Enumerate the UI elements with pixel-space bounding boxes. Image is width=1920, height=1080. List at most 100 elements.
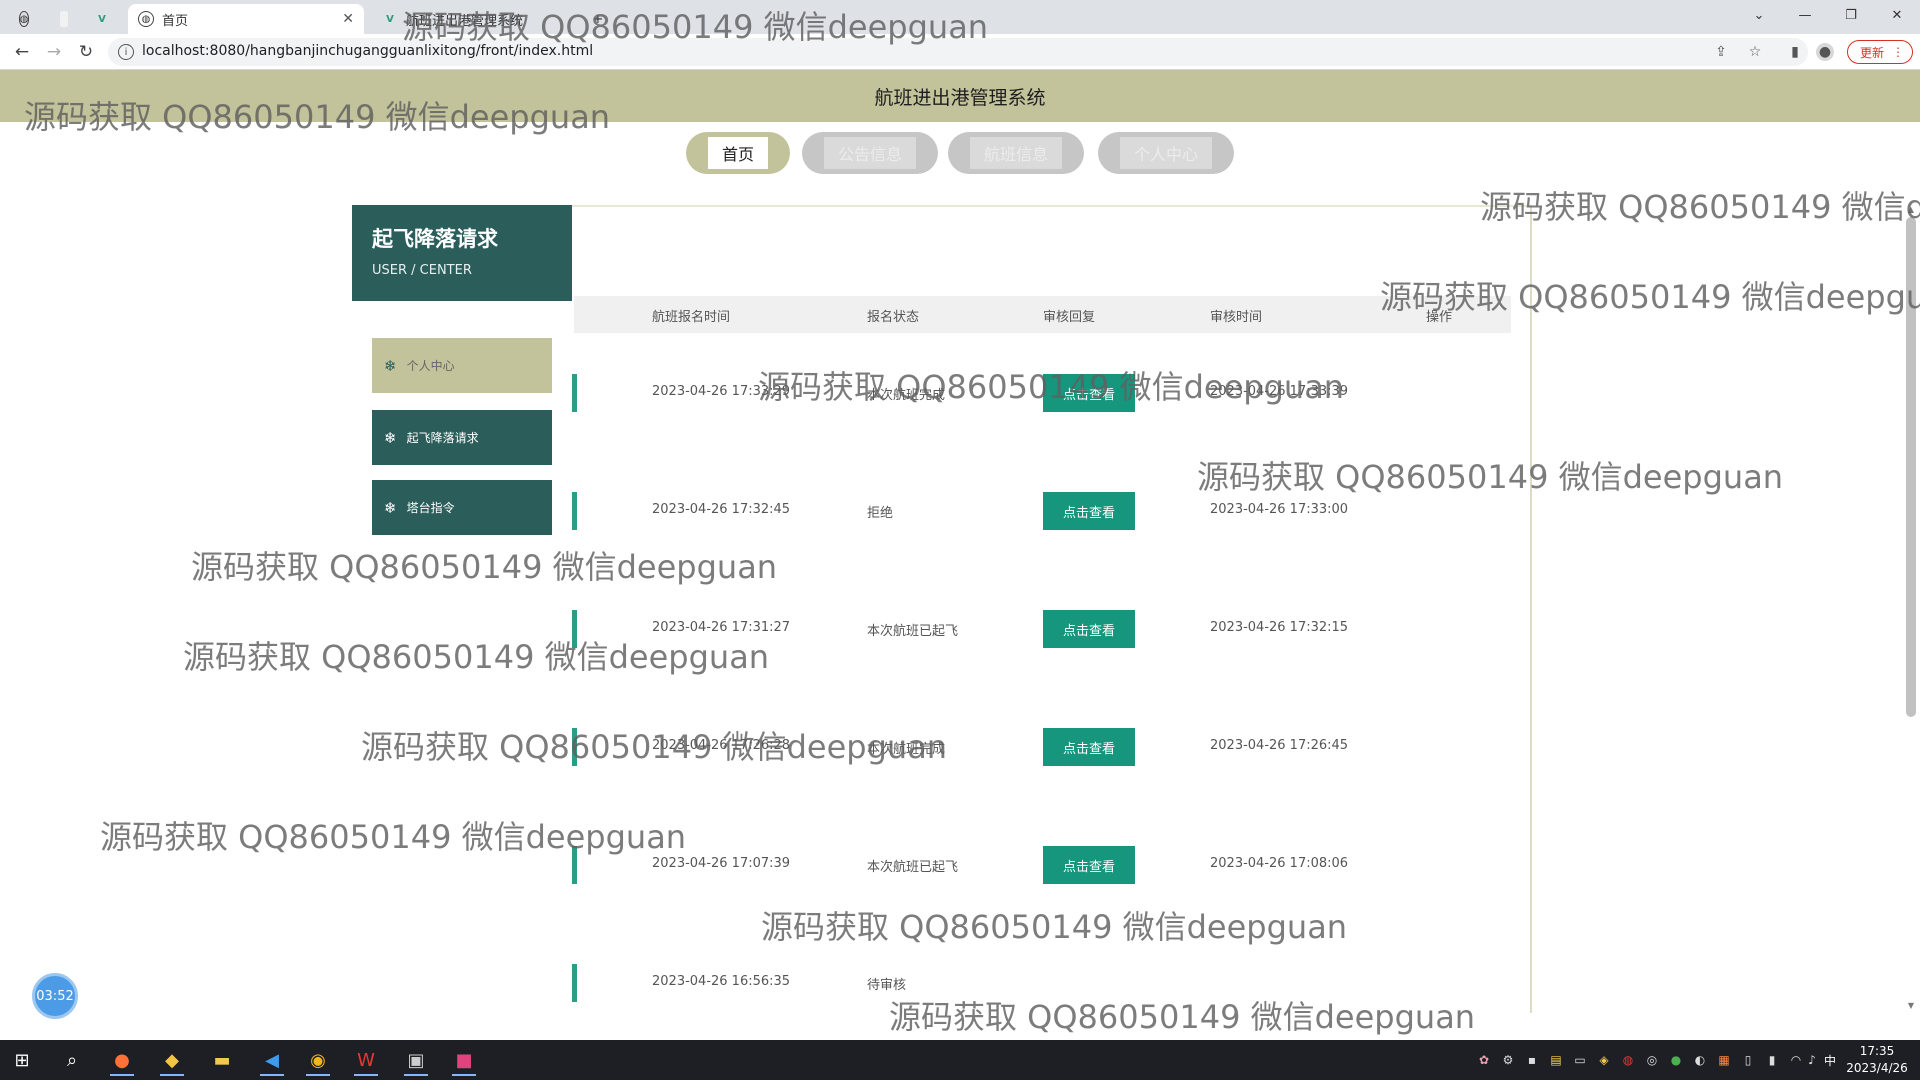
view-reply-button[interactable]: 点击查看 — [1043, 846, 1135, 884]
floating-timer[interactable]: 03:52 — [32, 973, 78, 1019]
tab-title: 首页 — [162, 13, 189, 29]
blank-page-icon — [60, 11, 68, 27]
scrollbar-thumb[interactable] — [1906, 217, 1916, 717]
plus-icon: + — [592, 11, 604, 27]
firefox-icon: ● — [114, 1049, 130, 1071]
close-icon[interactable]: ✕ — [342, 11, 354, 27]
apply-time-cell: 2023-04-26 17:33:29 — [652, 384, 791, 399]
status-cell: 拒绝 — [867, 506, 894, 521]
browser-tab[interactable]: V 航班进出港管理系统 — [372, 4, 572, 34]
minimize-button[interactable]: — — [1782, 0, 1828, 30]
browser-tab[interactable]: ◍ — [10, 4, 46, 34]
browser-tab-active[interactable]: ◍ 首页 ✕ — [128, 4, 364, 34]
view-reply-button[interactable]: 点击查看 — [1043, 492, 1135, 530]
view-reply-button[interactable]: 点击查看 — [1043, 374, 1135, 412]
tray-tool-icon[interactable]: ⚙ — [1500, 1052, 1516, 1068]
browser-tab[interactable] — [50, 4, 86, 34]
search-button[interactable]: ⌕ — [54, 1044, 90, 1076]
profile-avatar-icon[interactable]: ● — [1816, 43, 1834, 61]
ime-indicator[interactable]: 中 — [1820, 1052, 1840, 1068]
taskbar-terminal[interactable]: ▣ — [398, 1044, 434, 1076]
tray-wifi-icon[interactable]: ◠ — [1788, 1052, 1804, 1068]
update-button[interactable]: 更新 ⋮ — [1847, 40, 1913, 64]
info-icon[interactable]: i — [118, 44, 134, 60]
row-marker — [572, 846, 577, 884]
watermark: 源码获取 QQ86050149 微信deepguan — [1480, 188, 1920, 226]
vue-logo-icon: V — [98, 13, 106, 25]
tray-speaker-icon[interactable]: ♪ — [1804, 1052, 1820, 1068]
column-header: 审核回复 — [1043, 310, 1096, 325]
taskbar-wps[interactable]: W — [348, 1044, 384, 1076]
row-marker — [572, 964, 577, 1002]
scroll-down-icon[interactable]: ▼ — [1906, 1001, 1916, 1010]
globe-icon: ◍ — [138, 11, 154, 27]
site-header: 航班进出港管理系统 — [0, 70, 1920, 122]
browser-tab[interactable]: V — [88, 4, 124, 34]
restore-button[interactable]: ❐ — [1828, 0, 1874, 30]
row-marker — [572, 374, 577, 412]
side-panel-icon[interactable]: ▮ — [1786, 43, 1804, 61]
status-cell: 本次航班完成 — [867, 388, 946, 403]
chevron-down-icon: ⌄ — [1753, 7, 1765, 23]
tab-search-button[interactable]: ⌄ — [1736, 0, 1782, 30]
share-icon[interactable]: ⇪ — [1712, 43, 1730, 61]
reload-icon: ↻ — [78, 42, 94, 62]
window-close-button[interactable]: ✕ — [1874, 0, 1920, 30]
back-button[interactable]: ← — [10, 40, 34, 64]
taskbar-firefox[interactable]: ● — [104, 1044, 140, 1076]
windows-logo-icon: ⊞ — [14, 1049, 30, 1071]
column-header: 航班报名时间 — [652, 310, 731, 325]
new-tab-button[interactable]: + — [580, 4, 616, 34]
row-marker — [572, 492, 577, 530]
taskbar-app[interactable]: ◆ — [154, 1044, 190, 1076]
taskbar: ⊞ ⌕ ● ◆ ▬ ◀ ◉ W ▣ ■ ✿ ⚙ ▪ ▤ ▭ ◈ ◍ ◎ ● ◐ … — [0, 1040, 1920, 1080]
sidebar-item-personal-center[interactable]: ❄ 个人中心 — [372, 338, 552, 393]
tray-flower-icon[interactable]: ✿ — [1476, 1052, 1492, 1068]
forward-button[interactable]: → — [42, 40, 66, 64]
tray-shield-icon[interactable]: ◈ — [1596, 1052, 1612, 1068]
taskbar-clock[interactable]: 17:35 2023/4/26 — [1838, 1043, 1916, 1077]
sidebar-header: 起飞降落请求 USER / CENTER — [352, 205, 572, 301]
taskbar-file-explorer[interactable]: ▬ — [204, 1044, 240, 1076]
page-scrollbar[interactable]: ▲ ▼ — [1904, 205, 1918, 1013]
tray-app-icon[interactable]: ▦ — [1716, 1052, 1732, 1068]
tray-app-icon[interactable]: ◍ — [1620, 1052, 1636, 1068]
start-button[interactable]: ⊞ — [4, 1044, 40, 1076]
nav-home[interactable]: 首页 — [686, 132, 790, 174]
tray-file-icon[interactable]: ▭ — [1572, 1052, 1588, 1068]
browser-tab-bar: ◍ V ◍ 首页 ✕ V 航班进出港管理系统 + ⌄ — ❐ ✕ — [0, 0, 1920, 34]
tray-qq-icon[interactable]: ◐ — [1692, 1052, 1708, 1068]
url-field[interactable]: i localhost:8080/hangbanjinchugangguanli… — [108, 38, 1808, 66]
column-header: 报名状态 — [867, 310, 920, 325]
sidebar-item-takeoff-landing[interactable]: ❄ 起飞降落请求 — [372, 410, 552, 465]
reload-button[interactable]: ↻ — [74, 40, 98, 64]
minimize-icon: — — [1798, 7, 1812, 23]
sidebar-subtitle: USER / CENTER — [372, 263, 472, 278]
nav-flight-info[interactable]: 航班信息 — [948, 132, 1084, 174]
tray-ide-icon[interactable]: ▪ — [1524, 1052, 1540, 1068]
review-time-cell: 2023-04-26 17:33:39 — [1210, 384, 1349, 399]
view-reply-button[interactable]: 点击查看 — [1043, 728, 1135, 766]
tray-volume-icon[interactable]: ▯ — [1740, 1052, 1756, 1068]
vue-logo-icon: V — [386, 13, 394, 25]
apply-time-cell: 2023-04-26 17:32:45 — [652, 502, 791, 517]
row-marker — [572, 610, 577, 648]
row-marker — [572, 728, 577, 766]
taskbar-intellij[interactable]: ■ — [446, 1044, 482, 1076]
arrow-right-icon: → — [46, 42, 62, 62]
scroll-up-icon[interactable]: ▲ — [1906, 205, 1916, 214]
snowflake-icon: ❄ — [384, 356, 397, 375]
view-reply-button[interactable]: 点击查看 — [1043, 610, 1135, 648]
tray-usb-icon[interactable]: ▮ — [1764, 1052, 1780, 1068]
clock-date: 2023/4/26 — [1846, 1061, 1908, 1075]
tray-network-icon[interactable]: ▤ — [1548, 1052, 1564, 1068]
taskbar-vscode[interactable]: ◀ — [254, 1044, 290, 1076]
tray-vpn-icon[interactable]: ◎ — [1644, 1052, 1660, 1068]
nav-personal-center[interactable]: 个人中心 — [1098, 132, 1234, 174]
bookmark-star-icon[interactable]: ☆ — [1746, 43, 1764, 61]
tray-wechat-icon[interactable]: ● — [1668, 1052, 1684, 1068]
sidebar-item-label: 塔台指令 — [406, 501, 455, 515]
nav-announcements[interactable]: 公告信息 — [802, 132, 938, 174]
sidebar-item-tower-command[interactable]: ❄ 塔台指令 — [372, 480, 552, 535]
taskbar-chrome[interactable]: ◉ — [300, 1044, 336, 1076]
